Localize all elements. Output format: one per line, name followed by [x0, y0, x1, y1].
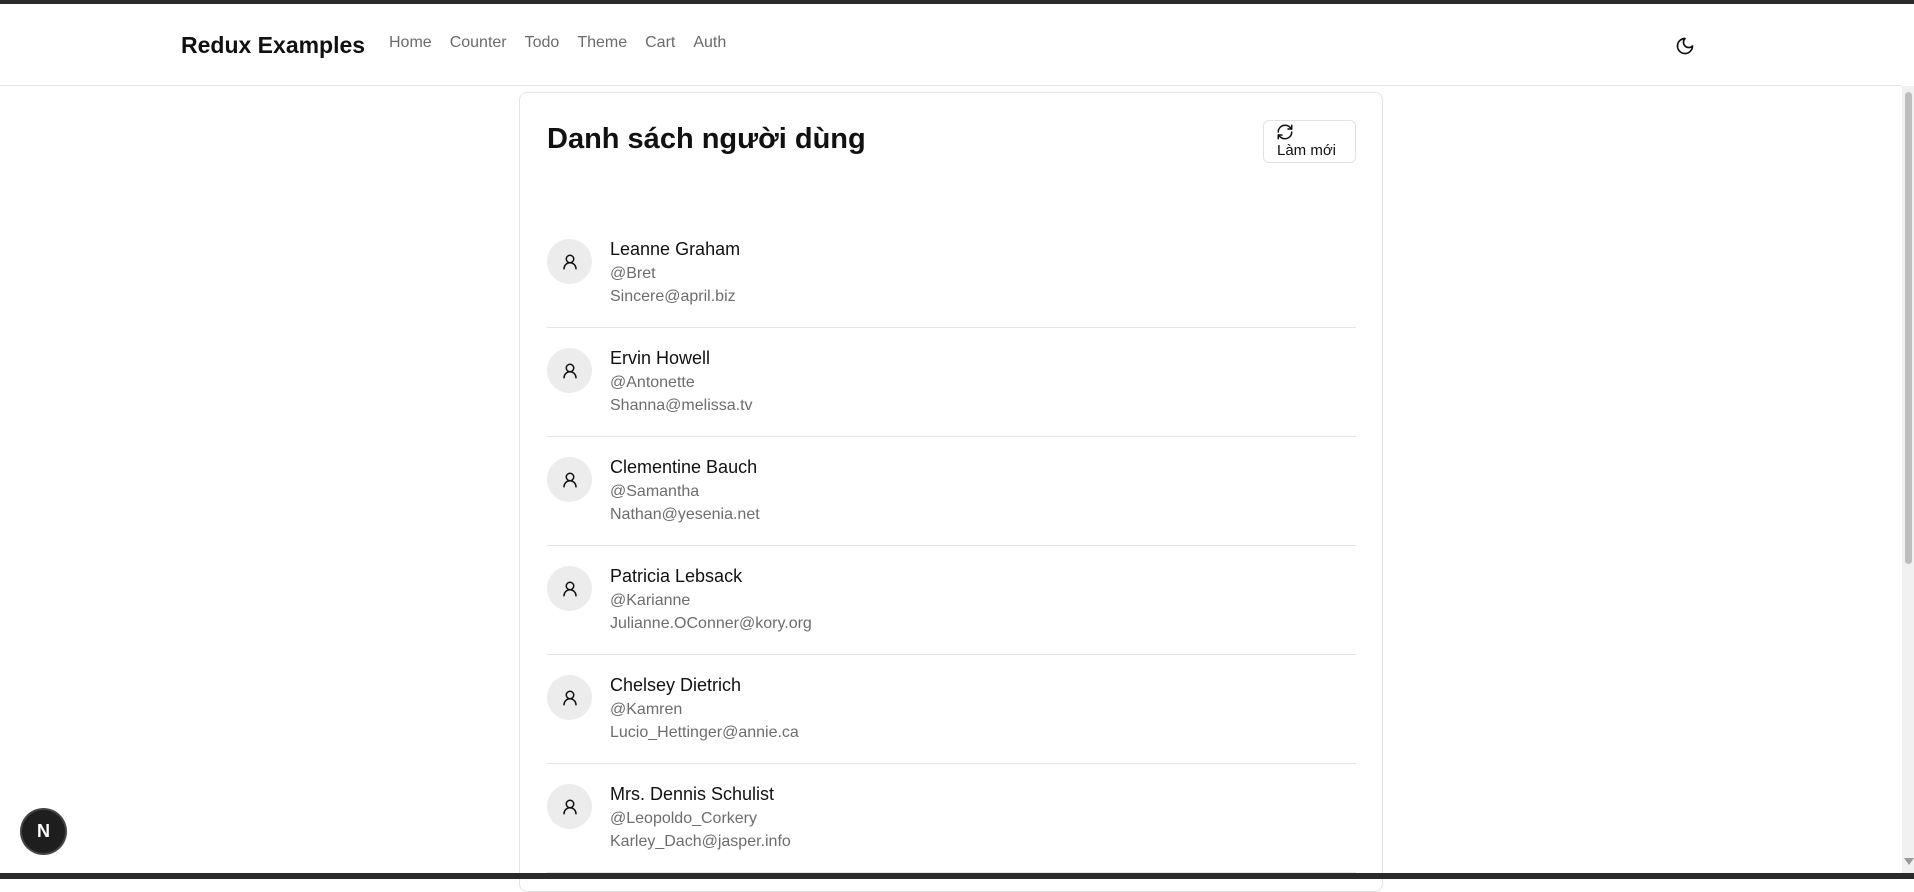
user-name: Chelsey Dietrich	[610, 675, 742, 695]
bottom-border	[0, 873, 1914, 879]
user-icon	[562, 581, 577, 596]
user-icon	[562, 472, 577, 487]
nav-link-counter[interactable]: Counter	[450, 34, 507, 52]
scroll-down-arrow-icon[interactable]	[1904, 858, 1914, 865]
avatar	[547, 348, 592, 393]
user-icon	[562, 363, 577, 378]
theme-toggle-button[interactable]	[1672, 33, 1698, 59]
user-name: Patricia Lebsack	[610, 566, 743, 586]
scrollbar-thumb[interactable]	[1905, 92, 1912, 564]
navbar: Redux Examples Home Counter Todo Theme C…	[0, 4, 1902, 86]
refresh-icon	[1277, 124, 1293, 140]
nav-link-cart[interactable]: Cart	[645, 34, 675, 52]
user-email: Nathan@yesenia.net	[610, 506, 760, 523]
user-name: Ervin Howell	[610, 348, 711, 368]
dev-tools-badge[interactable]: N	[22, 810, 65, 853]
avatar	[547, 675, 592, 720]
user-list-card: Danh sách người dùng Làm mới Leanne Grah…	[519, 92, 1383, 892]
list-item[interactable]: Leanne Graham @Bret Sincere@april.biz	[547, 219, 1356, 328]
user-icon	[562, 254, 577, 269]
user-icon	[562, 799, 577, 814]
list-item[interactable]: Mrs. Dennis Schulist @Leopoldo_Corkery K…	[547, 764, 1356, 873]
user-username: @Karianne	[610, 592, 691, 609]
list-item[interactable]: Clementine Bauch @Samantha Nathan@yeseni…	[547, 437, 1356, 546]
nav-link-home[interactable]: Home	[389, 34, 432, 52]
user-username: @Bret	[610, 265, 656, 282]
user-name: Leanne Graham	[610, 239, 741, 259]
nav-link-theme[interactable]: Theme	[577, 34, 627, 52]
user-email: Sincere@april.biz	[610, 288, 736, 305]
nav-link-todo[interactable]: Todo	[525, 34, 560, 52]
user-username: @Antonette	[610, 374, 695, 391]
user-email: Shanna@melissa.tv	[610, 397, 753, 414]
avatar	[547, 457, 592, 502]
avatar	[547, 239, 592, 284]
user-email: Lucio_Hettinger@annie.ca	[610, 724, 799, 741]
moon-icon	[1676, 37, 1694, 55]
user-username: @Kamren	[610, 701, 683, 718]
page-title: Danh sách người dùng	[547, 123, 866, 155]
user-icon	[562, 690, 577, 705]
avatar	[547, 784, 592, 829]
refresh-label: Làm mới	[1277, 142, 1337, 159]
nav-link-auth[interactable]: Auth	[693, 34, 726, 52]
list-item[interactable]: Patricia Lebsack @Karianne Julianne.OCon…	[547, 546, 1356, 655]
avatar	[547, 566, 592, 611]
user-username: @Samantha	[610, 483, 700, 500]
user-username: @Leopoldo_Corkery	[610, 810, 757, 827]
user-name: Clementine Bauch	[610, 457, 758, 477]
user-name: Mrs. Dennis Schulist	[610, 784, 775, 804]
brand-logo[interactable]: Redux Examples	[181, 32, 365, 59]
list-item[interactable]: Chelsey Dietrich @Kamren Lucio_Hettinger…	[547, 655, 1356, 764]
user-email: Julianne.OConner@kory.org	[610, 615, 812, 632]
user-email: Karley_Dach@jasper.info	[610, 833, 791, 850]
refresh-button[interactable]: Làm mới	[1263, 120, 1356, 163]
nav-links: Home Counter Todo Theme Cart Auth	[389, 34, 744, 52]
list-item[interactable]: Ervin Howell @Antonette Shanna@melissa.t…	[547, 328, 1356, 437]
user-list: Leanne Graham @Bret Sincere@april.biz Er…	[547, 219, 1356, 873]
